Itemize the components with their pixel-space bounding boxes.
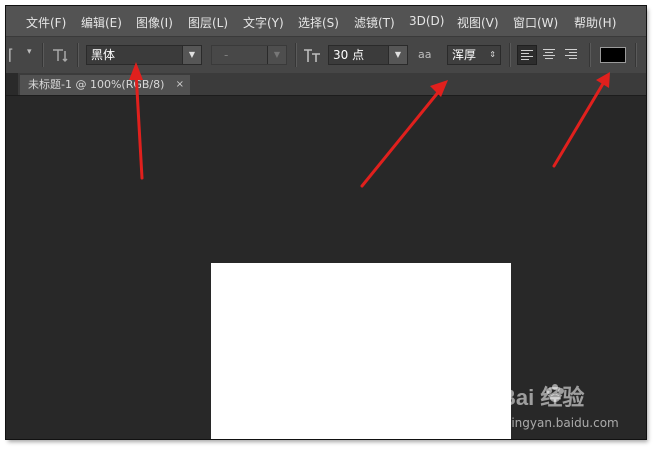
font-size-value: 30 点: [333, 48, 365, 62]
menu-file[interactable]: 文件(F): [26, 14, 66, 31]
paragraph-align-group: [517, 45, 581, 65]
align-right-button[interactable]: [561, 45, 581, 65]
menu-view[interactable]: 视图(V): [457, 14, 499, 31]
menu-layer[interactable]: 图层(L): [188, 14, 228, 31]
antialias-icon: aa: [418, 48, 432, 61]
font-family-select[interactable]: 黑体 ▼: [86, 45, 202, 65]
chevron-down-icon[interactable]: ▼: [388, 46, 407, 64]
document-canvas[interactable]: [211, 263, 511, 439]
toggle-text-orientation-icon[interactable]: [51, 47, 69, 63]
menu-type[interactable]: 文字(Y): [243, 14, 284, 31]
font-family-value: 黑体: [91, 48, 116, 62]
antialias-value: 浑厚: [452, 48, 477, 62]
close-icon[interactable]: ×: [176, 75, 184, 95]
menu-select[interactable]: 选择(S): [298, 14, 339, 31]
chevron-down-icon[interactable]: ▼: [182, 46, 201, 64]
options-bar: ⌈ ▾ 黑体 ▼ - ▼ 30 点 ▼ aa 浑厚 ⇕: [6, 36, 646, 74]
document-tab-title: 未标题-1 @ 100%(RGB/8): [28, 78, 165, 91]
align-left-button[interactable]: [517, 45, 537, 65]
menu-filter[interactable]: 滤镜(T): [354, 14, 395, 31]
font-style-value: -: [224, 48, 229, 62]
menu-help[interactable]: 帮助(H): [574, 14, 616, 31]
font-size-icon: [304, 49, 320, 62]
menu-3d[interactable]: 3D(D): [409, 14, 444, 28]
text-color-swatch[interactable]: [600, 47, 626, 63]
photoshop-window: 文件(F) 编辑(E) 图像(I) 图层(L) 文字(Y) 选择(S) 滤镜(T…: [6, 6, 646, 439]
tool-preset-dropdown-icon[interactable]: ▾: [27, 47, 32, 57]
font-size-select[interactable]: 30 点 ▼: [328, 45, 408, 65]
menu-image[interactable]: 图像(I): [136, 14, 173, 31]
workspace[interactable]: [6, 96, 646, 439]
font-style-select[interactable]: - ▼: [211, 45, 287, 65]
document-tab-bar: 未标题-1 @ 100%(RGB/8) ×: [6, 73, 646, 96]
menu-window[interactable]: 窗口(W): [513, 14, 558, 31]
menu-bar: 文件(F) 编辑(E) 图像(I) 图层(L) 文字(Y) 选择(S) 滤镜(T…: [6, 6, 646, 36]
chevron-down-icon[interactable]: ▼: [267, 46, 286, 64]
type-tool-icon[interactable]: ⌈: [8, 46, 14, 64]
antialias-select[interactable]: 浑厚 ⇕: [447, 45, 501, 65]
align-center-button[interactable]: [539, 45, 559, 65]
updown-chevron-icon: ⇕: [489, 50, 496, 59]
document-tab[interactable]: 未标题-1 @ 100%(RGB/8) ×: [20, 75, 190, 95]
menu-edit[interactable]: 编辑(E): [81, 14, 122, 31]
